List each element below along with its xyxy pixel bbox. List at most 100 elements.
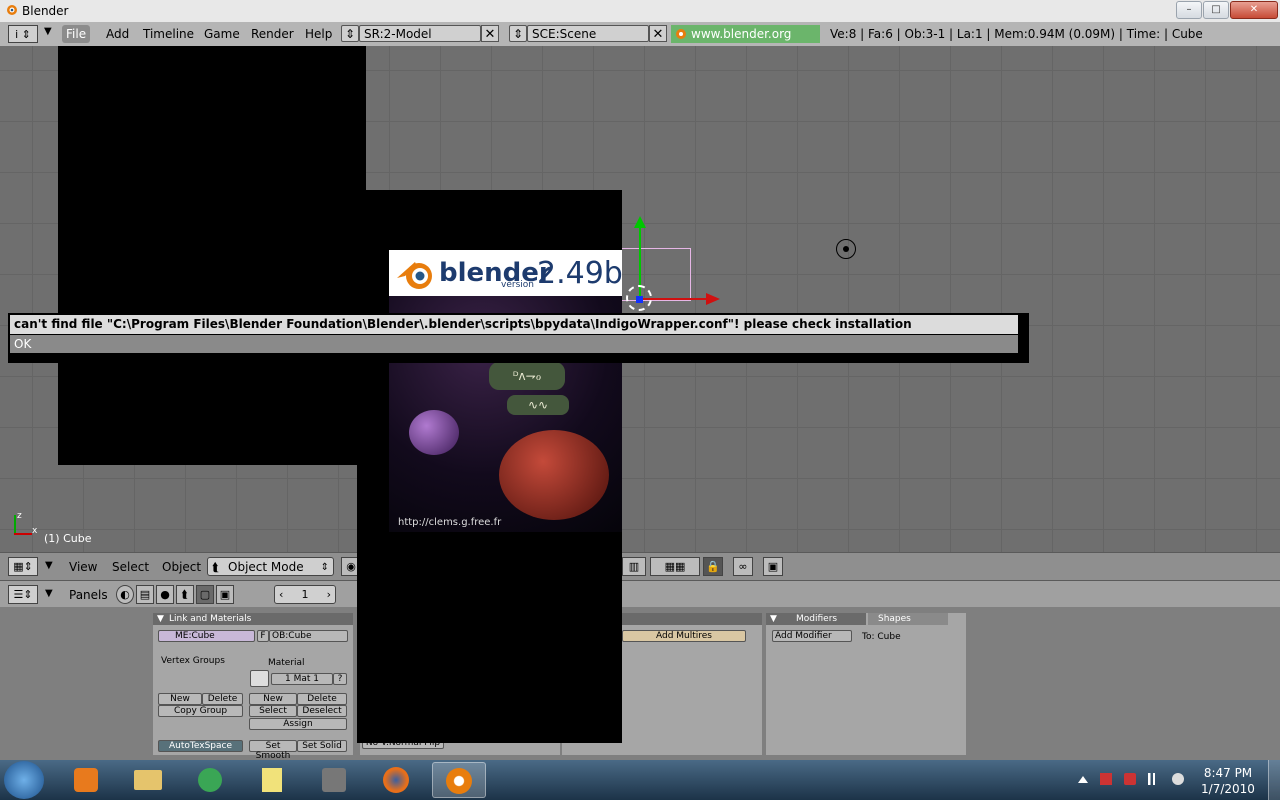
material-deselect-button[interactable]: Deselect xyxy=(297,705,347,717)
show-desktop-button[interactable] xyxy=(1268,760,1280,800)
material-delete-button[interactable]: Delete xyxy=(297,693,347,705)
mini-axis-z-icon xyxy=(14,515,16,535)
vertex-groups-label: Vertex Groups xyxy=(161,656,225,666)
scene-selector-arrows-icon[interactable]: ⇕ xyxy=(509,25,527,42)
copy-group-button[interactable]: Copy Group xyxy=(158,705,243,717)
logic-context-icon[interactable]: ◐ xyxy=(116,585,134,604)
object-field[interactable]: OB:Cube xyxy=(269,630,348,642)
vgroup-new-button[interactable]: New xyxy=(158,693,202,705)
axis-z-label: z xyxy=(17,511,22,521)
layer-grid-icon[interactable]: ▦▦ xyxy=(650,557,700,576)
shading-context-icon[interactable]: ● xyxy=(156,585,174,604)
screen-selector-arrows-icon[interactable]: ⇕ xyxy=(341,25,359,42)
menu-timeline[interactable]: Timeline xyxy=(139,25,198,43)
purple-asteroid-icon xyxy=(409,410,459,455)
show-hidden-icons-icon[interactable] xyxy=(1078,776,1088,783)
splash-brand: blender xyxy=(439,258,552,288)
add-modifier-button[interactable]: Add Modifier xyxy=(772,630,852,642)
dropdown-arrows-icon: ⇕ xyxy=(320,562,329,573)
material-color-swatch[interactable] xyxy=(250,670,269,687)
menu-add[interactable]: Add xyxy=(102,25,133,43)
scene-context-icon[interactable]: ▣ xyxy=(216,585,234,604)
screen-field[interactable]: SR:2-Model xyxy=(359,25,481,42)
layer-buttons-icon[interactable]: ▥ xyxy=(622,557,646,576)
delete-screen-button[interactable]: ✕ xyxy=(481,25,499,42)
lamp-object-icon[interactable] xyxy=(836,239,856,259)
render-view-icon[interactable]: ▣ xyxy=(763,557,783,576)
tab-modifiers[interactable]: ▼ Modifiers xyxy=(766,613,866,625)
menu-select[interactable]: Select xyxy=(112,560,149,574)
close-button[interactable]: ✕ xyxy=(1230,1,1278,19)
set-smooth-button[interactable]: Set Smooth xyxy=(249,740,297,761)
error-dialog: can't find file "C:\Program Files\Blende… xyxy=(8,313,1029,363)
collapse-triangle-icon[interactable]: ▼ xyxy=(44,26,52,37)
object-mode-icon: ⮬ xyxy=(212,560,220,574)
collapse-triangle-icon[interactable]: ▼ xyxy=(770,613,777,625)
menu-render[interactable]: Render xyxy=(247,25,298,43)
network-icon[interactable] xyxy=(1148,773,1160,785)
material-new-button[interactable]: New xyxy=(249,693,297,705)
menu-object[interactable]: Object xyxy=(162,560,201,574)
mode-select[interactable]: ⮬ Object Mode ⇕ xyxy=(207,557,334,576)
messenger-icon[interactable] xyxy=(184,762,238,798)
start-button-icon[interactable] xyxy=(4,761,44,799)
volume-icon[interactable] xyxy=(1172,773,1184,785)
menu-help[interactable]: Help xyxy=(301,25,336,43)
ok-button[interactable]: OK xyxy=(10,335,1018,353)
taskbar-clock[interactable]: 8:47 PM 1/7/2010 xyxy=(1198,765,1258,797)
object-context-icon[interactable]: ⮬ xyxy=(176,585,194,604)
file-explorer-icon[interactable] xyxy=(122,762,176,798)
menu-view[interactable]: View xyxy=(69,560,97,574)
blender-url-link[interactable]: www.blender.org 249.2 xyxy=(671,25,820,59)
vgroup-delete-button[interactable]: Delete xyxy=(202,693,243,705)
increment-arrow-icon[interactable]: › xyxy=(327,586,331,603)
fake-user-button[interactable]: F xyxy=(257,630,269,642)
y-arrow-icon[interactable] xyxy=(634,216,646,228)
action-center-icon[interactable] xyxy=(1100,773,1112,785)
menu-file[interactable]: File xyxy=(62,25,91,43)
sticky-notes-icon[interactable] xyxy=(246,762,300,798)
material-select-button[interactable]: Select xyxy=(249,705,297,717)
panels-label: Panels xyxy=(69,588,108,602)
error-message: can't find file "C:\Program Files\Blende… xyxy=(10,315,1018,334)
editing-context-icon[interactable]: ▢ xyxy=(196,585,214,604)
scene-field[interactable]: SCE:Scene xyxy=(527,25,649,42)
material-query-button[interactable]: ? xyxy=(333,673,347,685)
frame-counter[interactable]: ‹ 1 › xyxy=(274,585,336,604)
panel-header[interactable]: ▼ Link and Materials xyxy=(153,613,353,625)
x-arrow-icon[interactable] xyxy=(706,293,720,305)
splash-version-label: version xyxy=(501,280,534,290)
add-multires-button[interactable]: Add Multires xyxy=(622,630,746,642)
material-assign-button[interactable]: Assign xyxy=(249,718,347,730)
splash-screen[interactable]: blender version 2.49b ᴰᴧ⇁ℴ ∿∿ http://cle… xyxy=(389,250,622,532)
active-object-label: (1) Cube xyxy=(44,532,92,545)
link-materials-panel: ▼ Link and Materials ME:Cube F OB:Cube V… xyxy=(153,613,353,761)
viewport-window-type-icon[interactable]: ▦⇕ xyxy=(8,557,38,576)
collapse-triangle-icon[interactable]: ▼ xyxy=(45,560,53,571)
mesh-data-field[interactable]: ME:Cube xyxy=(158,630,255,642)
buttons-window-type-icon[interactable]: ☰⇕ xyxy=(8,585,38,604)
menu-game[interactable]: Game xyxy=(200,25,244,43)
collapse-triangle-icon[interactable]: ▼ xyxy=(45,588,53,599)
decrement-arrow-icon[interactable]: ‹ xyxy=(279,586,283,603)
tab-shapes[interactable]: Shapes xyxy=(868,613,948,625)
lock-icon[interactable]: 🔒 xyxy=(703,557,723,576)
autotexspace-toggle[interactable]: AutoTexSpace xyxy=(158,740,243,752)
tool-app-icon[interactable] xyxy=(308,762,362,798)
collapse-triangle-icon[interactable]: ▼ xyxy=(157,613,164,625)
maximize-button[interactable]: □ xyxy=(1203,1,1229,19)
splash-credit-url: http://clems.g.free.fr xyxy=(398,517,502,528)
script-context-icon[interactable]: ▤ xyxy=(136,585,154,604)
device-icon[interactable] xyxy=(1124,773,1136,785)
modifier-target-label: To: Cube xyxy=(862,632,901,642)
blender-taskbar-icon[interactable] xyxy=(432,762,486,798)
material-index-counter[interactable]: 1 Mat 1 xyxy=(271,673,333,685)
link-icon[interactable]: ∞ xyxy=(733,557,753,576)
set-solid-button[interactable]: Set Solid xyxy=(297,740,347,752)
buttons-area: ▼ Link and Materials ME:Cube F OB:Cube V… xyxy=(0,607,1280,761)
minimize-button[interactable]: – xyxy=(1176,1,1202,19)
media-player-icon[interactable] xyxy=(60,762,114,798)
firefox-icon[interactable] xyxy=(370,762,424,798)
delete-scene-button[interactable]: ✕ xyxy=(649,25,667,42)
info-window-type-button[interactable]: i ⇕ xyxy=(8,25,38,43)
